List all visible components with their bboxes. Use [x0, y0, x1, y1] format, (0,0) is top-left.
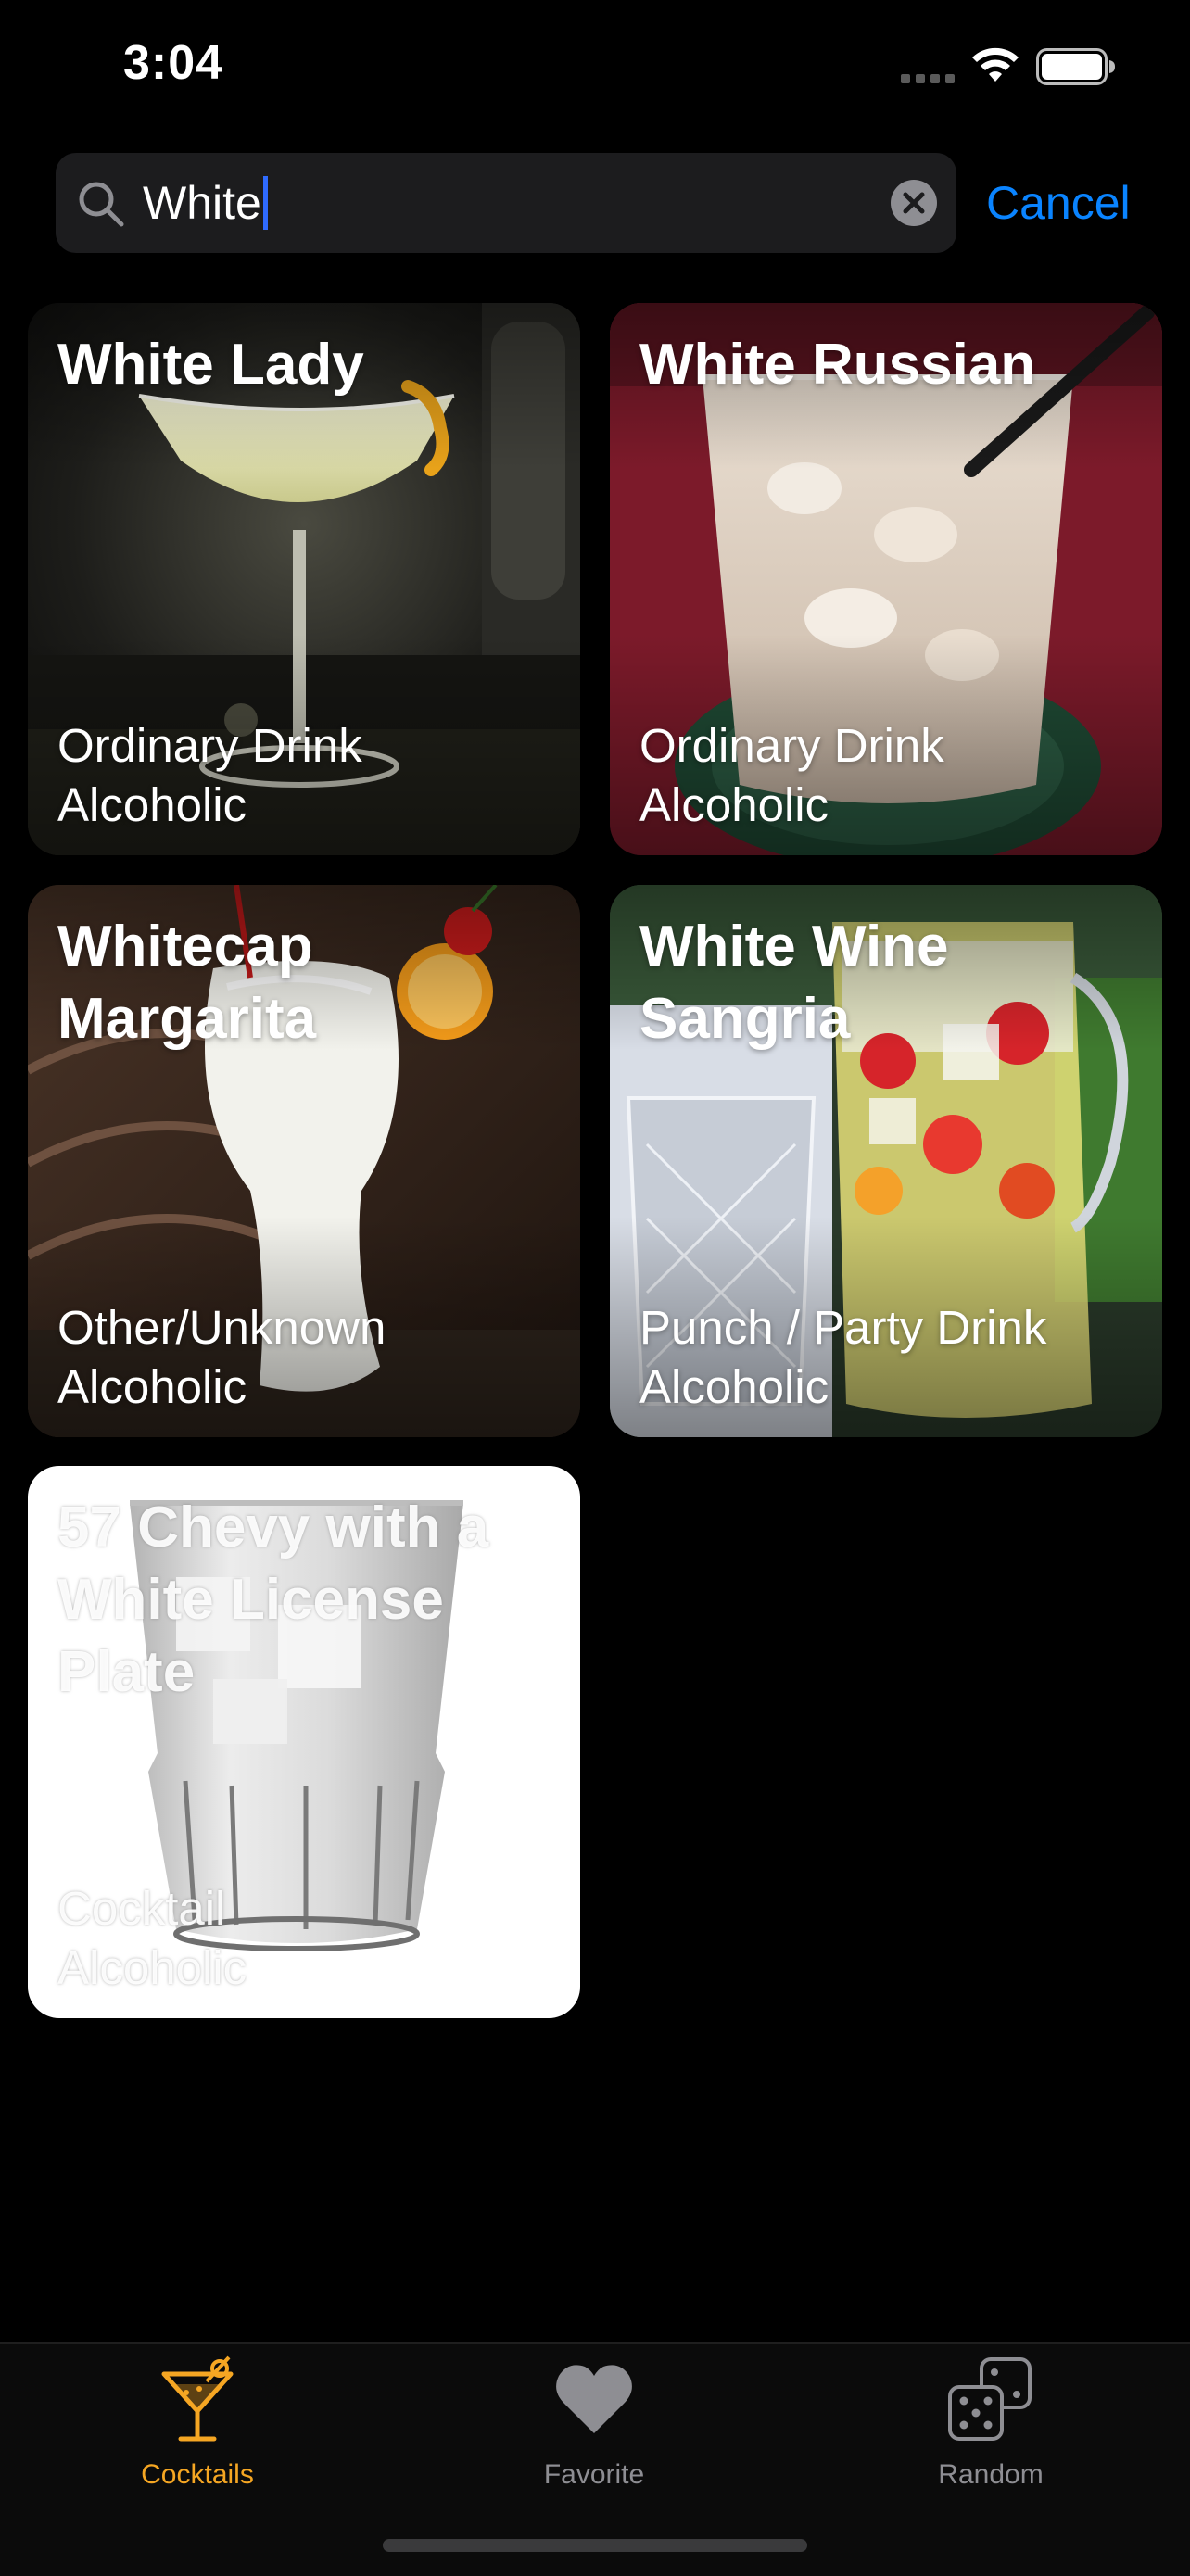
- search-input-text: White: [143, 177, 261, 229]
- cocktail-card-white-russian[interactable]: White Russian Ordinary Drink Alcoholic: [610, 303, 1162, 855]
- card-category: Cocktail: [57, 1882, 226, 1935]
- tab-random[interactable]: Random: [852, 2344, 1130, 2490]
- cocktail-card-57-chevy[interactable]: 57 Chevy with a White License Plate Cock…: [28, 1466, 580, 2018]
- tab-label: Random: [938, 2459, 1044, 2490]
- home-indicator[interactable]: [383, 2539, 807, 2552]
- status-time: 3:04: [123, 36, 224, 90]
- card-category: Ordinary Drink: [639, 719, 944, 772]
- cocktail-card-whitecap-margarita[interactable]: Whitecap Margarita Other/Unknown Alcohol…: [28, 885, 580, 1437]
- dice-icon: [948, 2357, 1032, 2441]
- tab-cocktails[interactable]: Cocktails: [58, 2344, 336, 2490]
- card-title: White Wine Sangria: [639, 915, 949, 1051]
- card-title: White Lady: [57, 333, 364, 397]
- cocktail-card-white-wine-sangria[interactable]: White Wine Sangria Punch / Party Drink A…: [610, 885, 1162, 1437]
- wifi-icon: [972, 47, 1019, 82]
- search-field[interactable]: White: [56, 153, 956, 253]
- card-meta: Other/Unknown Alcoholic: [57, 1298, 558, 1417]
- cellular-signal-icon: [901, 74, 956, 83]
- text-caret: [262, 175, 268, 230]
- cocktail-glass-icon: [161, 2355, 234, 2442]
- card-meta: Ordinary Drink Alcoholic: [57, 716, 558, 835]
- card-meta: Cocktail Alcoholic: [57, 1879, 558, 1998]
- card-title: Whitecap Margarita: [57, 915, 317, 1051]
- card-meta: Punch / Party Drink Alcoholic: [639, 1298, 1140, 1417]
- search-input[interactable]: White: [143, 153, 268, 253]
- card-alcoholic: Alcoholic: [639, 1360, 829, 1413]
- card-category: Ordinary Drink: [57, 719, 362, 772]
- battery-icon: [1036, 48, 1115, 85]
- card-alcoholic: Alcoholic: [57, 778, 247, 831]
- status-bar: 3:04: [0, 0, 1190, 130]
- heart-icon: [556, 2365, 632, 2433]
- cancel-button[interactable]: Cancel: [986, 153, 1131, 253]
- card-alcoholic: Alcoholic: [57, 1941, 247, 1994]
- tab-label: Favorite: [543, 2459, 645, 2490]
- card-title: White Russian: [639, 333, 1036, 397]
- card-category: Other/Unknown: [57, 1301, 386, 1354]
- card-alcoholic: Alcoholic: [639, 778, 829, 831]
- cocktail-card-white-lady[interactable]: White Lady Ordinary Drink Alcoholic: [28, 303, 580, 855]
- card-alcoholic: Alcoholic: [57, 1360, 247, 1413]
- tab-label: Cocktails: [141, 2459, 254, 2490]
- card-meta: Ordinary Drink Alcoholic: [639, 716, 1140, 835]
- card-title: 57 Chevy with a White License Plate: [57, 1496, 489, 1704]
- search-icon: [79, 182, 124, 227]
- clear-search-icon[interactable]: [890, 179, 938, 227]
- tab-favorite[interactable]: Favorite: [455, 2344, 733, 2490]
- card-category: Punch / Party Drink: [639, 1301, 1047, 1354]
